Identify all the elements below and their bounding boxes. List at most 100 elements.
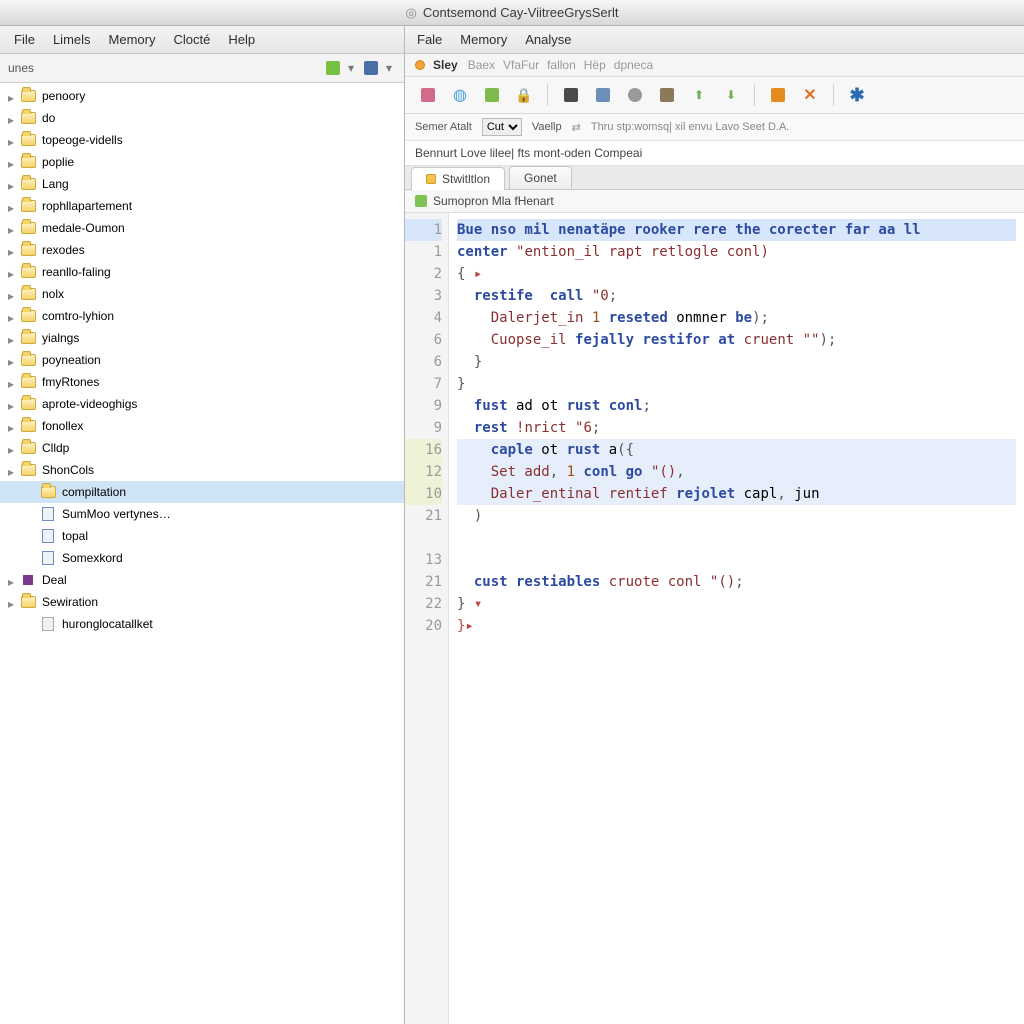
tree-item[interactable]: topal: [0, 525, 404, 547]
code-line[interactable]: restife call "0;: [457, 285, 1016, 307]
square-orange-button[interactable]: [765, 83, 791, 107]
code-line[interactable]: caple ot rust a({: [457, 439, 1016, 461]
circle-button[interactable]: [622, 83, 648, 107]
breadcrumb-item[interactable]: Baex: [468, 58, 495, 72]
code-area[interactable]: Bue nso mil nenatäpe rooker rere the cor…: [449, 213, 1024, 1024]
expand-arrow-icon[interactable]: ▸: [8, 597, 18, 607]
code-line[interactable]: } ▾: [457, 593, 1016, 615]
globe-button[interactable]: ◍: [447, 83, 473, 107]
tree-item[interactable]: ▸rophllapartement: [0, 195, 404, 217]
breadcrumb-item[interactable]: dpneca: [614, 58, 653, 72]
tree-item[interactable]: ▸medale-Oumon: [0, 217, 404, 239]
code-line[interactable]: Daler_entinal rentief rejolet capl, jun: [457, 483, 1016, 505]
breadcrumb-item[interactable]: Hëp: [584, 58, 606, 72]
code-line[interactable]: Cuopse_il fejally restifor at cruent "")…: [457, 329, 1016, 351]
down-arrow-button[interactable]: ⬇: [718, 83, 744, 107]
expand-arrow-icon[interactable]: ▸: [8, 267, 18, 277]
expand-arrow-icon[interactable]: ▸: [8, 311, 18, 321]
menu-fale[interactable]: Fale: [417, 32, 442, 47]
code-line[interactable]: [457, 527, 1016, 549]
expand-arrow-icon[interactable]: ▸: [8, 157, 18, 167]
tree-item[interactable]: ▸comtro-lyhion: [0, 305, 404, 327]
expand-arrow-icon[interactable]: ▸: [8, 399, 18, 409]
menu-clocte[interactable]: Clocté: [173, 32, 210, 47]
expand-arrow-icon[interactable]: ▸: [8, 113, 18, 123]
tree-item[interactable]: ▸fmyRtones: [0, 371, 404, 393]
tree-item[interactable]: ▸Sewiration: [0, 591, 404, 613]
config-select[interactable]: Cut: [482, 118, 522, 136]
code-line[interactable]: [457, 549, 1016, 571]
expand-arrow-icon[interactable]: [28, 619, 38, 629]
tree-item[interactable]: huronglocatallket: [0, 613, 404, 635]
tree-item[interactable]: ▸do: [0, 107, 404, 129]
tree-item[interactable]: ▸Lang: [0, 173, 404, 195]
menu-analyse[interactable]: Analyse: [525, 32, 571, 47]
code-line[interactable]: Dalerjet_in 1 reseted onmner be);: [457, 307, 1016, 329]
code-line[interactable]: }: [457, 351, 1016, 373]
tab-gonet[interactable]: Gonet: [509, 166, 572, 189]
up-arrow-button[interactable]: ⬆: [686, 83, 712, 107]
code-line[interactable]: }▸: [457, 615, 1016, 637]
building-button[interactable]: [415, 83, 441, 107]
code-line[interactable]: center "ention_il rapt retlogle conl): [457, 241, 1016, 263]
menu-limels[interactable]: Limels: [53, 32, 91, 47]
expand-arrow-icon[interactable]: ▸: [8, 377, 18, 387]
expand-arrow-icon[interactable]: [28, 509, 38, 519]
expand-arrow-icon[interactable]: ▸: [8, 245, 18, 255]
expand-arrow-icon[interactable]: ▸: [8, 223, 18, 233]
code-line[interactable]: Bue nso mil nenatäpe rooker rere the cor…: [457, 219, 1016, 241]
menu-memory[interactable]: Memory: [109, 32, 156, 47]
expand-arrow-icon[interactable]: ▸: [8, 575, 18, 585]
menu-help[interactable]: Help: [228, 32, 255, 47]
tree-item[interactable]: ▸penoory: [0, 85, 404, 107]
expand-arrow-icon[interactable]: ▸: [8, 289, 18, 299]
tree-item[interactable]: Somexkord: [0, 547, 404, 569]
card-button[interactable]: [654, 83, 680, 107]
tree-item[interactable]: compiltation: [0, 481, 404, 503]
square-dark-button[interactable]: [558, 83, 584, 107]
disk-button[interactable]: [479, 83, 505, 107]
expand-arrow-icon[interactable]: ▸: [8, 201, 18, 211]
expand-arrow-icon[interactable]: [28, 487, 38, 497]
tree-item[interactable]: ▸fonollex: [0, 415, 404, 437]
tree-item[interactable]: ▸aprote-videoghigs: [0, 393, 404, 415]
star-blue-button[interactable]: ✱: [844, 83, 870, 107]
code-line[interactable]: cust restiables cruote conl "();: [457, 571, 1016, 593]
code-line[interactable]: }: [457, 373, 1016, 395]
chevron-down-icon[interactable]: ▾: [386, 61, 392, 75]
expand-arrow-icon[interactable]: [28, 553, 38, 563]
breadcrumb-item[interactable]: fallon: [547, 58, 576, 72]
expand-arrow-icon[interactable]: ▸: [8, 355, 18, 365]
project-tree[interactable]: ▸penoory▸do▸topeoge-vidells▸poplie▸Lang▸…: [0, 83, 404, 1024]
tree-item[interactable]: ▸reanllo-faling: [0, 261, 404, 283]
tree-item[interactable]: ▸topeoge-vidells: [0, 129, 404, 151]
tree-item[interactable]: ▸yialngs: [0, 327, 404, 349]
close-x-button[interactable]: ✕: [797, 83, 823, 107]
expand-arrow-icon[interactable]: ▸: [8, 333, 18, 343]
breadcrumb-current[interactable]: Sley: [433, 58, 458, 72]
code-line[interactable]: rest !nrict "6;: [457, 417, 1016, 439]
tree-item[interactable]: ▸Clldp: [0, 437, 404, 459]
lock-button[interactable]: 🔒: [511, 83, 537, 107]
code-editor[interactable]: 11234667991612102113212220 Bue nso mil n…: [405, 213, 1024, 1024]
tree-item[interactable]: ▸ShonCols: [0, 459, 404, 481]
expand-arrow-icon[interactable]: ▸: [8, 443, 18, 453]
menu-file[interactable]: File: [14, 32, 35, 47]
code-line[interactable]: Set add, 1 conl go "(),: [457, 461, 1016, 483]
breadcrumb-item[interactable]: VfaFur: [503, 58, 539, 72]
menu-memory2[interactable]: Memory: [460, 32, 507, 47]
expand-arrow-icon[interactable]: ▸: [8, 91, 18, 101]
pencil-button[interactable]: [590, 83, 616, 107]
tree-item[interactable]: ▸nolx: [0, 283, 404, 305]
tree-item[interactable]: ▸Deal: [0, 569, 404, 591]
chevron-down-icon[interactable]: ▾: [348, 61, 354, 75]
code-line[interactable]: { ▸: [457, 263, 1016, 285]
add-item-button[interactable]: [322, 58, 344, 78]
tree-item[interactable]: ▸poplie: [0, 151, 404, 173]
expand-arrow-icon[interactable]: ▸: [8, 421, 18, 431]
expand-arrow-icon[interactable]: ▸: [8, 179, 18, 189]
tree-item[interactable]: SumMoo vertynes…: [0, 503, 404, 525]
save-button[interactable]: [360, 58, 382, 78]
tree-item[interactable]: ▸poyneation: [0, 349, 404, 371]
tab-stwittion[interactable]: Stwitltlon: [411, 167, 505, 190]
